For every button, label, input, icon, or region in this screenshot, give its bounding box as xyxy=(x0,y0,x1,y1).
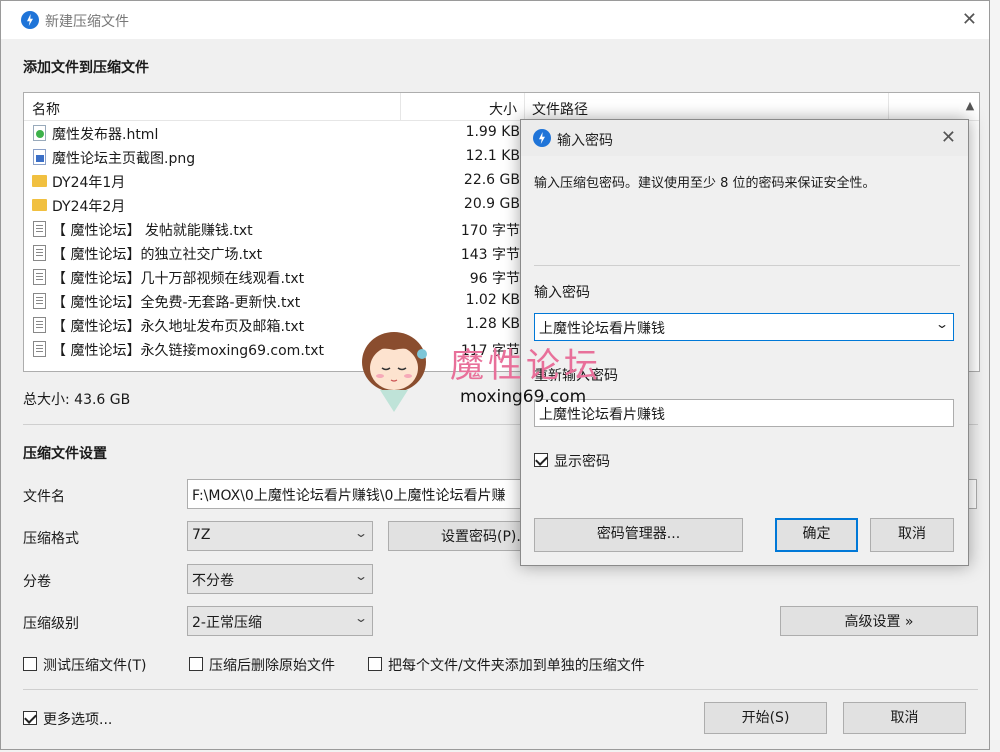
file-size: 22.6 GB xyxy=(463,172,520,188)
mascot-icon xyxy=(362,332,427,412)
file-row[interactable]: 魔性论坛主页截图.png 12.1 KB xyxy=(24,145,524,169)
checkbox-box[interactable] xyxy=(23,657,37,671)
ok-button[interactable]: 确定 xyxy=(775,518,858,552)
app-logo-icon xyxy=(533,129,551,147)
delete-after-label: 压缩后删除原始文件 xyxy=(209,658,335,674)
folder-icon xyxy=(32,199,47,211)
checkbox-box-checked[interactable] xyxy=(23,711,37,725)
file-size: 170 字节 xyxy=(460,223,520,239)
chevron-down-icon: ⌄ xyxy=(353,569,369,583)
watermark-title: 魔性论坛 xyxy=(450,346,602,386)
chevron-down-icon[interactable]: ⌄ xyxy=(935,317,949,331)
file-size: 96 字节 xyxy=(469,271,520,287)
more-options-label: 更多选项... xyxy=(43,712,113,728)
separate-archives-label: 把每个文件/文件夹添加到单独的压缩文件 xyxy=(388,658,645,674)
dialog-titlebar: 输入密码 ✕ xyxy=(521,120,968,156)
file-row[interactable]: 【 魔性论坛】几十万部视频在线观看.txt 96 字节 xyxy=(24,265,524,289)
html-file-icon xyxy=(33,125,46,141)
background-window-strip xyxy=(990,0,1000,752)
format-label: 压缩格式 xyxy=(23,531,79,547)
text-file-icon xyxy=(33,293,46,309)
column-divider[interactable] xyxy=(524,93,525,121)
close-icon[interactable]: ✕ xyxy=(941,127,956,148)
file-name: 【 魔性论坛】永久地址发布页及邮箱.txt xyxy=(52,319,305,335)
checkbox-box[interactable] xyxy=(368,657,382,671)
scroll-up-icon[interactable]: ▲ xyxy=(961,93,979,121)
app-logo-icon xyxy=(21,11,39,29)
level-label: 压缩级别 xyxy=(23,616,79,632)
watermark-url: moxing69.com xyxy=(460,387,587,407)
chevron-down-icon: ⌄ xyxy=(353,526,369,540)
file-name: 魔性发布器.html xyxy=(52,127,159,143)
folder-icon xyxy=(32,175,47,187)
file-row[interactable]: 魔性发布器.html 1.99 KB xyxy=(24,121,524,145)
text-file-icon xyxy=(33,341,46,357)
password-manager-button[interactable]: 密码管理器... xyxy=(534,518,743,552)
file-name: 【 魔性论坛】的独立社交广场.txt xyxy=(52,247,263,263)
image-file-icon xyxy=(33,149,46,165)
file-row[interactable]: 【 魔性论坛】全免费-无套路-更新快.txt 1.02 KB xyxy=(24,289,524,313)
format-select[interactable]: 7Z ⌄ xyxy=(187,521,373,551)
dialog-cancel-button[interactable]: 取消 xyxy=(870,518,954,552)
text-file-icon xyxy=(33,245,46,261)
checkbox-box[interactable] xyxy=(189,657,203,671)
column-divider[interactable] xyxy=(888,93,889,121)
titlebar: 新建压缩文件 ✕ xyxy=(1,1,989,39)
start-button[interactable]: 开始(S) xyxy=(704,702,827,734)
format-value: 7Z xyxy=(192,527,211,543)
checkbox-box-checked[interactable] xyxy=(534,453,548,467)
cancel-button[interactable]: 取消 xyxy=(843,702,966,734)
divider xyxy=(23,689,978,690)
file-name: DY24年1月 xyxy=(52,175,126,191)
split-select[interactable]: 不分卷 ⌄ xyxy=(187,564,373,594)
list-header: 名称 大小 文件路径 ▲ xyxy=(24,93,979,121)
file-size: 143 字节 xyxy=(460,247,520,263)
split-label: 分卷 xyxy=(23,574,51,590)
file-row[interactable]: DY24年2月 20.9 GB xyxy=(24,193,524,217)
divider xyxy=(534,265,960,266)
text-file-icon xyxy=(33,221,46,237)
file-name: DY24年2月 xyxy=(52,199,126,215)
dialog-description: 输入压缩包密码。建议使用至少 8 位的密码来保证安全性。 xyxy=(534,176,876,191)
files-section-title: 添加文件到压缩文件 xyxy=(23,60,149,76)
show-password-label: 显示密码 xyxy=(554,454,610,470)
file-name: 【 魔性论坛】几十万部视频在线观看.txt xyxy=(52,271,305,287)
dialog-title: 输入密码 xyxy=(557,133,613,149)
column-name[interactable]: 名称 xyxy=(32,99,60,119)
text-file-icon xyxy=(33,269,46,285)
file-name: 【 魔性论坛】永久链接moxing69.com.txt xyxy=(52,343,325,359)
file-row[interactable]: 【 魔性论坛】 发帖就能赚钱.txt 170 字节 xyxy=(24,217,524,241)
split-value: 不分卷 xyxy=(192,573,234,589)
watermark: 魔性论坛 moxing69.com xyxy=(358,322,628,417)
column-divider[interactable] xyxy=(400,93,401,121)
total-size: 总大小: 43.6 GB xyxy=(23,392,131,408)
close-icon[interactable]: ✕ xyxy=(962,9,977,30)
advanced-settings-button[interactable]: 高级设置 » xyxy=(780,606,978,636)
chevron-down-icon: ⌄ xyxy=(353,611,369,625)
filename-label: 文件名 xyxy=(23,489,65,505)
level-value: 2-正常压缩 xyxy=(192,615,262,631)
settings-section-title: 压缩文件设置 xyxy=(23,446,107,462)
file-name: 【 魔性论坛】 发帖就能赚钱.txt xyxy=(52,223,253,239)
file-name: 【 魔性论坛】全免费-无套路-更新快.txt xyxy=(52,295,301,311)
file-row[interactable]: DY24年1月 22.6 GB xyxy=(24,169,524,193)
text-file-icon xyxy=(33,317,46,333)
file-size: 1.99 KB xyxy=(465,124,520,140)
test-archive-label: 测试压缩文件(T) xyxy=(43,658,147,674)
file-size: 20.9 GB xyxy=(463,196,520,212)
file-size: 12.1 KB xyxy=(465,148,520,164)
level-select[interactable]: 2-正常压缩 ⌄ xyxy=(187,606,373,636)
password-label: 输入密码 xyxy=(534,285,590,301)
column-size[interactable]: 大小 xyxy=(489,99,517,119)
file-name: 魔性论坛主页截图.png xyxy=(52,151,196,167)
column-path[interactable]: 文件路径 xyxy=(532,99,588,119)
file-size: 1.02 KB xyxy=(465,292,520,308)
file-row[interactable]: 【 魔性论坛】的独立社交广场.txt 143 字节 xyxy=(24,241,524,265)
window-title: 新建压缩文件 xyxy=(45,14,129,30)
